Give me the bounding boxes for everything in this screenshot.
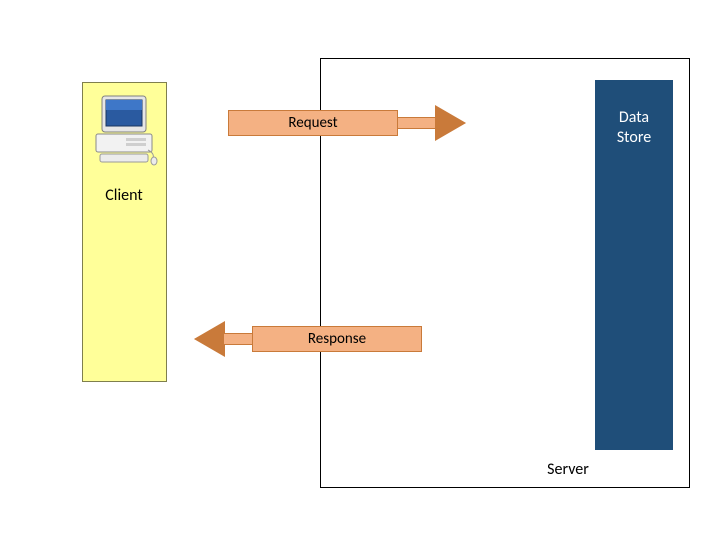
request-arrow-label: Request: [228, 110, 398, 136]
request-arrow-shaft: [397, 117, 437, 129]
client-label: Client: [78, 186, 170, 205]
computer-icon: [92, 94, 158, 166]
data-store-label: Data Store: [617, 108, 651, 148]
response-arrow-label: Response: [252, 326, 422, 352]
request-arrow-head: [436, 106, 466, 140]
diagram-canvas: Server Data Store Client Request: [0, 0, 720, 540]
response-text: Response: [308, 330, 366, 348]
request-text: Request: [288, 114, 337, 132]
server-label: Server: [528, 460, 608, 479]
response-arrow-shaft: [224, 333, 254, 345]
data-store-box: Data Store: [595, 80, 673, 450]
response-arrow-head: [194, 322, 224, 356]
